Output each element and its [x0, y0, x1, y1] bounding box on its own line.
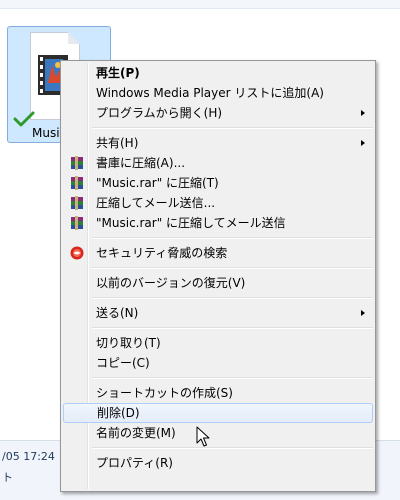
- winrar-books-icon: [71, 176, 83, 190]
- mouse-cursor-icon: [196, 426, 210, 447]
- winrar-books-icon: [71, 216, 83, 230]
- menu-separator: [92, 447, 373, 449]
- menu-separator: [92, 297, 373, 299]
- submenu-arrow-icon: [361, 110, 365, 116]
- menu-item-label: プログラムから開く(H): [96, 106, 223, 120]
- menu-item-label: 再生(P): [96, 66, 140, 80]
- menu-item-add-to-wmp-list[interactable]: Windows Media Player リストに追加(A): [63, 83, 373, 103]
- menu-item-compress-and-email[interactable]: 圧縮してメール送信...: [63, 193, 373, 213]
- menu-item-compress-to-music-rar-and-email[interactable]: "Music.rar" に圧縮してメール送信: [63, 213, 373, 233]
- menu-item-security-scan[interactable]: セキュリティ脅威の検索: [63, 243, 373, 263]
- menu-separator: [92, 327, 373, 329]
- menu-item-label: 以前のバージョンの復元(V): [96, 276, 246, 290]
- menu-item-label: 削除(D): [97, 406, 140, 420]
- menu-item-cut[interactable]: 切り取り(T): [63, 333, 373, 353]
- menu-item-restore-previous-versions[interactable]: 以前のバージョンの復元(V): [63, 273, 373, 293]
- security-scan-icon: [70, 246, 84, 260]
- menu-item-open-with[interactable]: プログラムから開く(H): [63, 103, 373, 123]
- submenu-arrow-icon: [361, 140, 365, 146]
- menu-item-copy[interactable]: コピー(C): [63, 353, 373, 373]
- menu-separator: [92, 237, 373, 239]
- menu-item-label: 共有(H): [96, 136, 139, 150]
- check-icon: [13, 111, 35, 127]
- menu-item-properties[interactable]: プロパティ(R): [63, 453, 373, 473]
- menu-item-label: 切り取り(T): [96, 336, 161, 350]
- menu-item-label: 圧縮してメール送信...: [96, 196, 216, 210]
- menu-separator: [92, 127, 373, 129]
- menu-item-label: "Music.rar" に圧縮(T): [96, 176, 219, 190]
- status-date-text: /05 17:24: [2, 450, 55, 463]
- menu-item-label: Windows Media Player リストに追加(A): [96, 86, 324, 100]
- winrar-books-icon: [71, 156, 83, 170]
- menu-item-add-to-archive[interactable]: 書庫に圧縮(A)...: [63, 153, 373, 173]
- menu-item-label: "Music.rar" に圧縮してメール送信: [96, 216, 286, 230]
- explorer-top-strip: [0, 0, 400, 9]
- menu-item-delete[interactable]: 削除(D): [63, 403, 373, 423]
- winrar-books-icon: [71, 196, 83, 210]
- menu-item-send-to[interactable]: 送る(N): [63, 303, 373, 323]
- menu-item-play[interactable]: 再生(P): [63, 63, 373, 83]
- menu-item-label: セキュリティ脅威の検索: [96, 246, 228, 260]
- menu-item-label: コピー(C): [96, 356, 150, 370]
- menu-separator: [92, 267, 373, 269]
- menu-item-create-shortcut[interactable]: ショートカットの作成(S): [63, 383, 373, 403]
- menu-separator: [92, 377, 373, 379]
- menu-item-rename[interactable]: 名前の変更(M): [63, 423, 373, 443]
- menu-item-label: プロパティ(R): [96, 456, 173, 470]
- menu-item-label: 書庫に圧縮(A)...: [96, 156, 186, 170]
- submenu-arrow-icon: [361, 310, 365, 316]
- menu-item-share[interactable]: 共有(H): [63, 133, 373, 153]
- context-menu: 再生(P) Windows Media Player リストに追加(A) プログ…: [60, 60, 376, 492]
- status-type-text: ト: [2, 471, 13, 484]
- menu-item-label: ショートカットの作成(S): [96, 386, 233, 400]
- menu-item-label: 送る(N): [96, 306, 139, 320]
- menu-item-compress-to-music-rar[interactable]: "Music.rar" に圧縮(T): [63, 173, 373, 193]
- menu-item-label: 名前の変更(M): [96, 426, 176, 440]
